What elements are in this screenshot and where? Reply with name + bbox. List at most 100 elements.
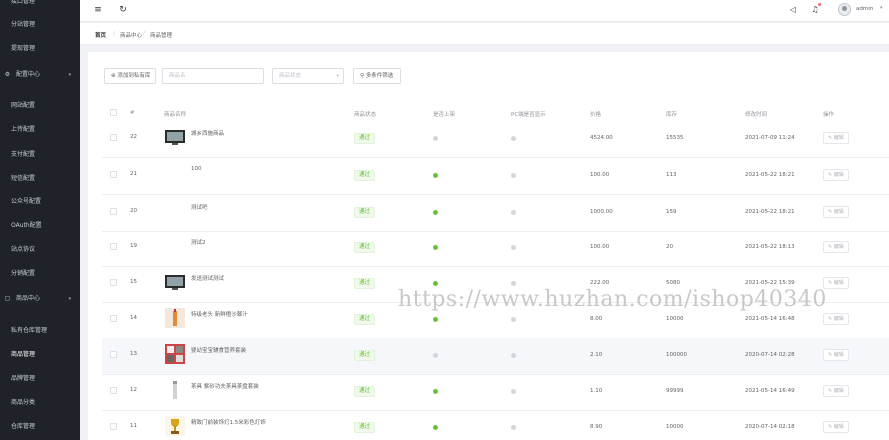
goods-name[interactable]: 测试2 bbox=[191, 238, 206, 246]
goods-name[interactable]: 测试吧 bbox=[191, 203, 208, 211]
col-updated: 修改时间 bbox=[745, 112, 768, 118]
menu-icon[interactable]: ≡ bbox=[92, 4, 104, 16]
edit-button[interactable]: ✎ 编辑 bbox=[823, 132, 849, 144]
on-shelf-indicator[interactable] bbox=[433, 353, 438, 358]
sidebar-item-goods-center[interactable]: ▢ 商品中心 ▾ bbox=[0, 289, 80, 309]
pc-show-indicator[interactable] bbox=[511, 389, 516, 394]
pc-show-indicator[interactable] bbox=[511, 281, 516, 286]
status-select-placeholder: 商品状态 bbox=[279, 73, 302, 79]
sidebar: 接口管理分站管理提现管理 ⚙ 配置中心 ▾ 网站配置上传配置支付配置短信配置公众号配置 O… bbox=[0, 0, 80, 440]
row-checkbox[interactable] bbox=[110, 423, 117, 430]
row-checkbox[interactable] bbox=[110, 208, 117, 215]
chevron-down-icon: ▾ bbox=[336, 73, 339, 79]
select-all-checkbox[interactable] bbox=[110, 109, 117, 116]
table-row: 20 测试吧 通过 1000.00 159 2021-05-22 18:21 ✎ 编辑 bbox=[102, 195, 889, 232]
sidebar-item-site-config[interactable]: 网站配置 bbox=[0, 96, 80, 116]
goods-name[interactable]: 婴幼宝宝辅食营养套装 bbox=[191, 346, 246, 354]
on-shelf-indicator[interactable] bbox=[433, 173, 438, 178]
on-shelf-indicator[interactable] bbox=[433, 317, 438, 322]
table-row: 11 精致门前装饰灯1.5米彩色灯饰 通过 8.90 10000 2020-07-14 0… bbox=[102, 410, 889, 440]
edit-button[interactable]: ✎ 编辑 bbox=[823, 349, 849, 361]
goods-name-input[interactable]: 商品名 bbox=[162, 68, 264, 84]
sidebar-item-distribution-config[interactable]: 分销配置 bbox=[0, 264, 80, 284]
on-shelf-indicator[interactable] bbox=[433, 245, 438, 250]
sidebar-item-api[interactable]: 接口管理 bbox=[0, 0, 80, 12]
goods-price: 8.90 bbox=[590, 424, 603, 430]
on-shelf-indicator[interactable] bbox=[433, 425, 438, 430]
goods-id: 20 bbox=[130, 208, 137, 214]
sidebar-item-site-agreement[interactable]: 站点协议 bbox=[0, 240, 80, 260]
sidebar-item-goods-management[interactable]: 商品管理 bbox=[0, 345, 80, 365]
add-to-private-button[interactable]: ⊕ 添加到私有库 bbox=[104, 68, 156, 84]
goods-stock: 10000 bbox=[666, 424, 684, 430]
goods-thumbnail bbox=[164, 343, 186, 365]
megaphone-icon[interactable]: ◁ bbox=[787, 4, 799, 16]
status-badge: 通过 bbox=[354, 133, 376, 144]
sidebar-item-pay-config[interactable]: 支付配置 bbox=[0, 145, 80, 165]
pc-show-indicator[interactable] bbox=[511, 353, 516, 358]
on-shelf-indicator[interactable] bbox=[433, 136, 438, 141]
pc-show-indicator[interactable] bbox=[511, 317, 516, 322]
row-checkbox[interactable] bbox=[110, 387, 117, 394]
edit-label: 编辑 bbox=[833, 280, 844, 286]
goods-price: 8.00 bbox=[590, 316, 603, 322]
row-checkbox[interactable] bbox=[110, 171, 117, 178]
sidebar-item-substation[interactable]: 分站管理 bbox=[0, 15, 80, 35]
goods-name[interactable]: 发送测试测试 bbox=[191, 274, 224, 282]
pc-show-indicator[interactable] bbox=[511, 136, 516, 141]
edit-button[interactable]: ✎ 编辑 bbox=[823, 169, 849, 181]
goods-name[interactable]: 特级老头 新鲜橙沙棘汁 bbox=[191, 310, 248, 318]
goods-id: 15 bbox=[130, 279, 137, 285]
on-shelf-indicator[interactable] bbox=[433, 389, 438, 394]
pc-show-indicator[interactable] bbox=[511, 210, 516, 215]
goods-id: 13 bbox=[130, 351, 137, 357]
pc-show-indicator[interactable] bbox=[511, 245, 516, 250]
goods-updated-time: 2021-05-22 18:21 bbox=[745, 209, 795, 215]
goods-id: 21 bbox=[130, 171, 137, 177]
goods-name[interactable]: 茶具 紫砂功夫茶具茶盘套装 bbox=[191, 382, 259, 390]
goods-name[interactable]: 城乡西施商品 bbox=[191, 129, 224, 137]
bag-icon: ▢ bbox=[4, 295, 11, 302]
table-row: 19 测试2 通过 100.00 20 2021-05-22 18:13 ✎ 编辑 bbox=[102, 230, 889, 267]
sidebar-item-sms-config[interactable]: 短信配置 bbox=[0, 169, 80, 189]
status-badge: 通过 bbox=[354, 350, 376, 361]
pc-show-indicator[interactable] bbox=[511, 173, 516, 178]
breadcrumb-home[interactable]: 首页 bbox=[95, 31, 106, 39]
breadcrumb-goods-center[interactable]: 商品中心 bbox=[120, 31, 142, 39]
goods-id: 22 bbox=[130, 134, 137, 140]
row-checkbox[interactable] bbox=[110, 351, 117, 358]
on-shelf-indicator[interactable] bbox=[433, 210, 438, 215]
sidebar-item-warehouse-management[interactable]: 仓库管理 bbox=[0, 417, 80, 437]
edit-button[interactable]: ✎ 编辑 bbox=[823, 241, 849, 253]
sidebar-item-brand-management[interactable]: 品牌管理 bbox=[0, 369, 80, 389]
sidebar-item-goods-category[interactable]: 商品分类 bbox=[0, 393, 80, 413]
sidebar-item-mp-config[interactable]: 公众号配置 bbox=[0, 192, 80, 212]
username[interactable]: admin bbox=[856, 6, 873, 12]
row-checkbox[interactable] bbox=[110, 243, 117, 250]
goods-name[interactable]: 100 bbox=[191, 166, 202, 172]
sidebar-item-upload-config[interactable]: 上传配置 bbox=[0, 120, 80, 140]
refresh-icon[interactable]: ↻ bbox=[117, 4, 129, 16]
table-row: 13 婴幼宝宝辅食营养套装 通过 2.10 100000 2020-07-14 02:28… bbox=[102, 338, 889, 375]
sidebar-item-withdraw[interactable]: 提现管理 bbox=[0, 39, 80, 59]
sidebar-item-oauth-config[interactable]: OAuth配置 bbox=[0, 216, 80, 236]
edit-button[interactable]: ✎ 编辑 bbox=[823, 385, 849, 397]
goods-updated-time: 2021-05-22 18:13 bbox=[745, 244, 795, 250]
edit-button[interactable]: ✎ 编辑 bbox=[823, 206, 849, 218]
row-checkbox[interactable] bbox=[110, 279, 117, 286]
sidebar-item-private-repo[interactable]: 私有仓库管理 bbox=[0, 321, 80, 341]
edit-label: 编辑 bbox=[833, 388, 844, 394]
edit-button[interactable]: ✎ 编辑 bbox=[823, 313, 849, 325]
pc-show-indicator[interactable] bbox=[511, 425, 516, 430]
row-checkbox[interactable] bbox=[110, 134, 117, 141]
on-shelf-indicator[interactable] bbox=[433, 281, 438, 286]
goods-name[interactable]: 精致门前装饰灯1.5米彩色灯饰 bbox=[191, 418, 266, 426]
breadcrumb-goods-management: 商品管理 bbox=[150, 33, 173, 39]
status-select[interactable]: 商品状态 ▾ bbox=[272, 68, 344, 84]
avatar[interactable] bbox=[838, 3, 851, 16]
multi-filter-button[interactable]: ⚲ 多条件筛选 bbox=[353, 68, 401, 84]
edit-button[interactable]: ✎ 编辑 bbox=[823, 421, 849, 433]
sidebar-item-config-center[interactable]: ⚙ 配置中心 ▾ bbox=[0, 65, 80, 85]
row-checkbox[interactable] bbox=[110, 315, 117, 322]
goods-updated-time: 2020-07-14 02:28 bbox=[745, 352, 795, 358]
